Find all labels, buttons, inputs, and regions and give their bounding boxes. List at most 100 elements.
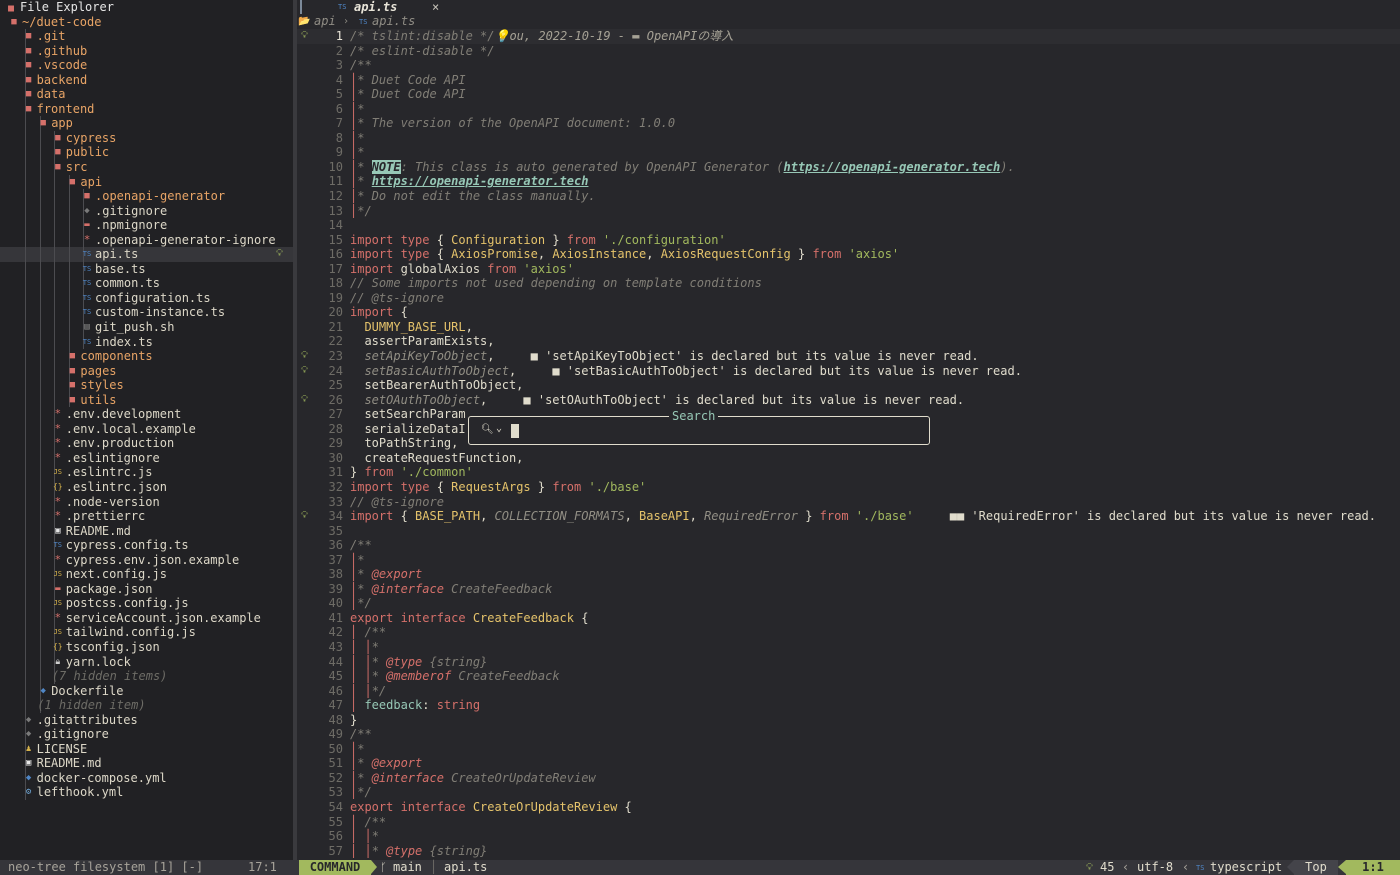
code-line[interactable]: 45 │ │* @memberof CreateFeedback [297,669,1400,684]
code-line[interactable]: 💡︎ 24 setBasicAuthToObject, ■ 'setBasicAu… [297,364,1400,379]
code-line[interactable]: 15 import type { Configuration } from './… [297,233,1400,248]
tree-file[interactable]: * .env.development [0,407,293,422]
tree-file[interactable]: JS next.config.js [0,567,293,582]
tree-folder[interactable]: ■ backend [0,72,293,88]
code-line[interactable]: 5 │* Duet Code API [297,87,1400,102]
tree-file[interactable]: ♟ LICENSE [0,741,293,757]
code-line[interactable]: 50 │* [297,742,1400,757]
token-url[interactable]: https://openapi-generator.tech [784,160,1001,174]
tree-folder[interactable]: ■ components [0,349,293,364]
tree-folder[interactable]: ■ data [0,87,293,102]
code-line[interactable]: 4 │* Duet Code API [297,73,1400,88]
tree-file[interactable]: 🔒︎ yarn.lock [0,654,293,670]
tree-file[interactable]: ▬ package.json [0,581,293,597]
code-line[interactable]: 33 // @ts-ignore [297,495,1400,510]
code-line[interactable]: 12 │* Do not edit the class manually. [297,189,1400,204]
tree-folder[interactable]: ■ styles [0,378,293,393]
tree-file[interactable]: TS configuration.ts [0,290,293,306]
tree-file[interactable]: {} tsconfig.json [0,640,293,655]
tree-folder[interactable]: ■ cypress [0,130,293,146]
code-line[interactable]: 48} [297,713,1400,728]
tree-file[interactable]: ▤ git_push.sh [0,319,293,335]
code-line[interactable]: 16 import type { AxiosPromise, AxiosInsta… [297,247,1400,262]
code-line[interactable]: 20 import { [297,305,1400,320]
tree-file[interactable]: * .env.local.example [0,421,293,437]
code-line[interactable]: 49 /** [297,727,1400,742]
code-line[interactable]: 9 │* [297,145,1400,160]
code-line[interactable]: 30 createRequestFunction, [297,451,1400,466]
tree-hidden-items[interactable]: (7 hidden items) [0,669,293,684]
code-line[interactable]: 39 │* @interface CreateFeedback [297,582,1400,597]
tree-folder[interactable]: ■ .github [0,43,293,59]
tree-file[interactable]: * .env.production [0,436,293,451]
breadcrumb-file[interactable]: api.ts [372,14,415,29]
code-line[interactable]: 11 │* https://openapi-generator.tech [297,174,1400,189]
breadcrumb-folder[interactable]: api [314,14,336,29]
tree-file[interactable]: JS postcss.config.js [0,596,293,611]
tree-folder[interactable]: ■ public [0,145,293,160]
tree-file[interactable]: TS api.ts 💡︎ [0,247,293,262]
code-line[interactable]: 7 │* The version of the OpenAPI document:… [297,116,1400,131]
tree-file[interactable]: ▬ .npmignore [0,218,293,233]
code-line[interactable]: 19 // @ts-ignore [297,291,1400,306]
code-line[interactable]: 44 │ │* @type {string} [297,655,1400,670]
code-line[interactable]: 22 assertParamExists, [297,334,1400,349]
code-line[interactable]: 46 │ │*/ [297,684,1400,699]
code-line[interactable]: 💡︎ 1/* tslint:disable */💡ou, 2022-10-19 -… [297,29,1400,44]
code-line[interactable]: 17 import globalAxios from 'axios' [297,262,1400,277]
code-line[interactable]: 💡︎ 23 setApiKeyToObject, ■ 'setApiKeyToOb… [297,349,1400,364]
code-line[interactable]: 14 [297,218,1400,233]
tree-folder[interactable]: ■ frontend [0,101,293,117]
code-line[interactable]: 56 │ │* [297,829,1400,844]
tree-file[interactable]: * cypress.env.json.example [0,552,293,568]
tree-file[interactable]: * .prettierrc [0,509,293,524]
tree-file[interactable]: ◆ Dockerfile [0,683,293,699]
tree-file[interactable]: TS custom-instance.ts [0,305,293,320]
tree-folder[interactable]: ■ .openapi-generator [0,189,293,204]
code-line[interactable]: 57 │ │* @type {string} [297,844,1400,859]
code-line[interactable]: 31} from './common' [297,465,1400,480]
file-explorer-panel[interactable]: ■ File Explorer ■ ~/duet-code ■ .git ■ .github… [0,0,293,860]
code-line[interactable]: 37 │* [297,553,1400,568]
code-line[interactable]: 💡︎ 34 import { BASE_PATH, COLLECTION_FORMA… [297,509,1400,524]
tree-file[interactable]: ▣ README.md [0,756,293,771]
search-popup[interactable]: Search 🔍︎ ⌄ [468,409,930,445]
tree-file[interactable]: ◆ .gitignore [0,727,293,742]
tree-file[interactable]: TS common.ts [0,276,293,291]
tree-file[interactable]: ◆ docker-compose.yml [0,770,293,786]
code-line[interactable]: 18 // Some imports not used depending on … [297,276,1400,291]
code-line[interactable]: 47 │ feedback: string [297,698,1400,713]
tree-file[interactable]: ⚙ lefthook.yml [0,785,293,801]
tree-folder[interactable]: ■ .git [0,29,293,44]
tree-file[interactable]: ◆ .gitattributes [0,712,293,728]
code-line[interactable]: 36 /** [297,538,1400,553]
tree-file[interactable]: JS tailwind.config.js [0,625,293,641]
code-line[interactable]: 2 /* eslint-disable */ [297,44,1400,59]
tree-file[interactable]: TS index.ts [0,334,293,350]
code-line[interactable]: 13 │*/ [297,204,1400,219]
tree-file[interactable]: TS cypress.config.ts [0,538,293,553]
tree-file[interactable]: * serviceAccount.json.example [0,610,293,626]
code-line[interactable]: 40 │*/ [297,596,1400,611]
code-line[interactable]: 53 │*/ [297,785,1400,800]
tree-hidden-items[interactable]: (1 hidden item) [0,698,293,713]
tree-folder[interactable]: ■ api [0,174,293,190]
code-line[interactable]: 41 export interface CreateFeedback { [297,611,1400,626]
tree-file[interactable]: TS base.ts [0,261,293,277]
code-line[interactable]: 8 │* [297,131,1400,146]
code-line[interactable]: 10 │* NOTE: This class is auto generated … [297,159,1400,175]
code-line[interactable]: 6 │* [297,102,1400,117]
code-line[interactable]: 💡︎ 26 setOAuthToObject, ■ 'setOAuthToObje… [297,393,1400,408]
tab-api-ts[interactable]: TS api.ts × [300,0,450,14]
tree-file[interactable]: ◆ .gitignore [0,203,293,219]
tree-folder[interactable]: ■ .vscode [0,58,293,73]
tree-folder[interactable]: ■ app [0,116,293,131]
tree-file[interactable]: ▣ README.md [0,523,293,539]
tree-folder[interactable]: ■ utils [0,392,293,408]
search-input[interactable] [511,424,519,438]
code-line[interactable]: 3 /** [297,58,1400,73]
tree-file[interactable]: JS .eslintrc.js [0,465,293,480]
code-line[interactable]: 25 setBearerAuthToObject, [297,378,1400,393]
code-line[interactable]: 43 │ │* [297,640,1400,655]
code-line[interactable]: 32 import type { RequestArgs } from './ba… [297,480,1400,495]
